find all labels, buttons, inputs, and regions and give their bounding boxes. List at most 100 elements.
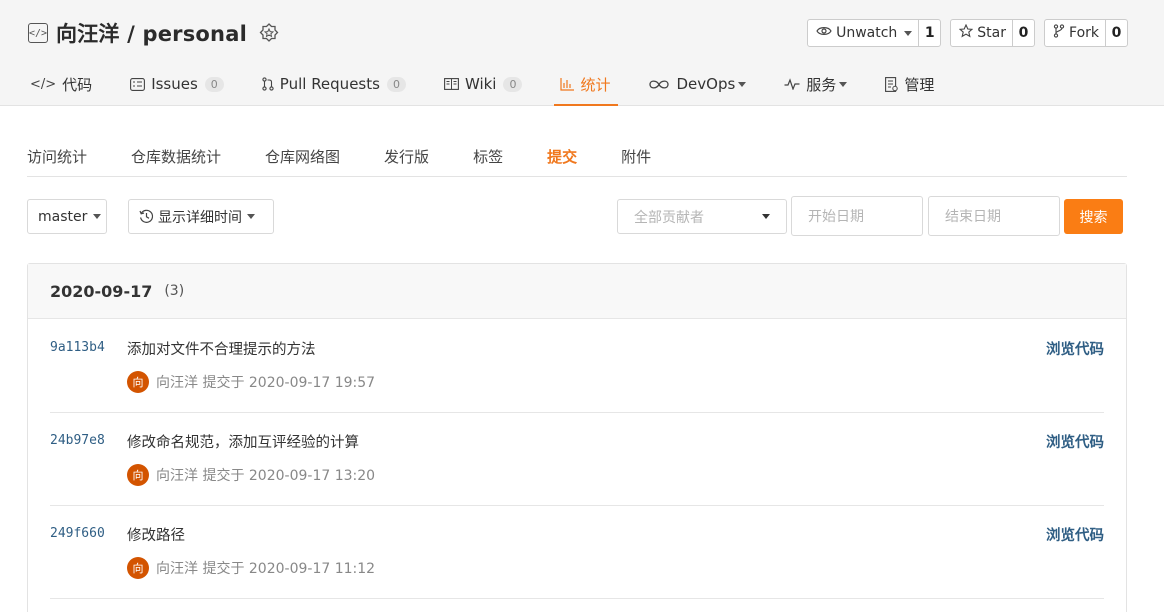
commit-row: 24b97e8 修改命名规范，添加互评经验的计算 浏览代码 向 向汪洋 提交于 … bbox=[50, 413, 1104, 506]
tab-devops[interactable]: DevOps bbox=[648, 64, 747, 104]
chevron-down-icon bbox=[247, 214, 255, 219]
fork-button[interactable]: Fork bbox=[1045, 20, 1106, 46]
commit-meta: 向 向汪洋 提交于 2020-09-17 19:57 bbox=[127, 371, 375, 393]
commit-message[interactable]: 添加对文件不合理提示的方法 bbox=[127, 338, 316, 359]
tab-wiki[interactable]: Wiki 0 bbox=[443, 64, 523, 104]
tab-code-label: 代码 bbox=[62, 75, 93, 94]
subnav-item-releases[interactable]: 发行版 bbox=[384, 137, 429, 175]
subnav-item-visits[interactable]: 访问统计 bbox=[27, 137, 87, 175]
wiki-count-badge: 0 bbox=[503, 76, 523, 92]
start-date-placeholder: 开始日期 bbox=[808, 209, 864, 225]
tab-wiki-label: Wiki bbox=[464, 75, 497, 93]
pulls-count-badge: 0 bbox=[386, 76, 406, 92]
star-button[interactable]: Star bbox=[951, 20, 1014, 46]
commit-sha-link[interactable]: 24b97e8 bbox=[50, 433, 105, 448]
end-date-placeholder: 结束日期 bbox=[945, 209, 1001, 225]
commit-meta: 向 向汪洋 提交于 2020-09-17 11:12 bbox=[127, 557, 375, 579]
issues-count-badge: 0 bbox=[204, 76, 224, 92]
code-icon: </> bbox=[30, 76, 57, 92]
watch-count[interactable]: 1 bbox=[919, 20, 940, 46]
repo-nav: </> 代码 Issues 0 Pull Requests 0 Wiki 0 统… bbox=[30, 64, 972, 106]
tab-issues[interactable]: Issues 0 bbox=[130, 64, 224, 104]
contributor-select[interactable]: 全部贡献者 bbox=[617, 199, 787, 234]
subnav-item-tags[interactable]: 标签 bbox=[473, 137, 503, 175]
subnav-item-commits[interactable]: 提交 bbox=[547, 137, 577, 175]
commit-sha-link[interactable]: 249f660 bbox=[50, 526, 105, 541]
time-mode-value: 显示详细时间 bbox=[158, 209, 242, 226]
chevron-down-icon bbox=[762, 214, 770, 219]
chevron-down-icon bbox=[93, 214, 102, 219]
stats-sub-nav: 访问统计 仓库数据统计 仓库网络图 发行版 标签 提交 附件 bbox=[27, 137, 1127, 177]
watch-button-group: Unwatch 1 bbox=[807, 19, 942, 47]
commit-group-header: 2020-09-17 (3) bbox=[28, 264, 1126, 319]
browse-code-link[interactable]: 浏览代码 bbox=[1046, 431, 1104, 452]
settings-doc-icon bbox=[885, 76, 899, 92]
avatar[interactable]: 向 bbox=[127, 557, 149, 579]
fork-button-group: Fork 0 bbox=[1044, 19, 1128, 47]
chevron-down-icon bbox=[839, 81, 848, 87]
infinity-icon bbox=[648, 79, 670, 90]
pull-request-icon bbox=[262, 77, 274, 91]
commit-author-time: 向汪洋 提交于 2020-09-17 11:12 bbox=[156, 561, 376, 577]
commit-row: 249f660 修改路径 浏览代码 向 向汪洋 提交于 2020-09-17 1… bbox=[50, 506, 1104, 599]
commit-row: 9a113b4 添加对文件不合理提示的方法 浏览代码 向 向汪洋 提交于 202… bbox=[50, 320, 1104, 413]
commit-sha-link[interactable]: 9a113b4 bbox=[50, 340, 105, 355]
commit-meta: 向 向汪洋 提交于 2020-09-17 13:20 bbox=[127, 464, 375, 486]
star-button-group: Star 0 bbox=[950, 19, 1036, 47]
tab-manage[interactable]: 管理 bbox=[885, 64, 934, 104]
star-icon bbox=[958, 23, 974, 42]
watch-label: Unwatch bbox=[836, 25, 898, 41]
branch-select-value: master bbox=[38, 208, 88, 225]
fork-label: Fork bbox=[1069, 25, 1099, 41]
avatar[interactable]: 向 bbox=[127, 371, 149, 393]
fork-count[interactable]: 0 bbox=[1106, 20, 1127, 46]
contributor-placeholder: 全部贡献者 bbox=[634, 209, 704, 226]
time-mode-select[interactable]: 显示详细时间 bbox=[128, 199, 274, 234]
tab-devops-label: DevOps bbox=[676, 75, 736, 93]
repo-header: </> 向汪洋 / personal Unwatch 1 Star 0 Fork… bbox=[0, 0, 1164, 106]
chevron-down-icon bbox=[904, 30, 913, 36]
subnav-item-network[interactable]: 仓库网络图 bbox=[265, 137, 340, 175]
avatar[interactable]: 向 bbox=[127, 464, 149, 486]
tab-pull-requests-label: Pull Requests bbox=[279, 75, 380, 93]
history-icon bbox=[139, 209, 154, 224]
tab-pull-requests[interactable]: Pull Requests 0 bbox=[262, 64, 406, 104]
book-icon bbox=[443, 78, 459, 90]
tab-stats-label: 统计 bbox=[580, 75, 611, 94]
commit-group-date: 2020-09-17 bbox=[50, 281, 153, 301]
commit-group-panel: 2020-09-17 (3) 9a113b4 添加对文件不合理提示的方法 浏览代… bbox=[27, 263, 1127, 612]
eye-icon bbox=[816, 25, 832, 41]
browse-code-link[interactable]: 浏览代码 bbox=[1046, 524, 1104, 545]
subnav-item-repo-data[interactable]: 仓库数据统计 bbox=[131, 137, 221, 175]
search-button[interactable]: 搜索 bbox=[1064, 199, 1123, 234]
repo-name[interactable]: 向汪洋 / personal bbox=[56, 18, 247, 48]
repo-title-bar: </> 向汪洋 / personal bbox=[28, 18, 279, 48]
award-badge-icon bbox=[259, 23, 279, 43]
star-count[interactable]: 0 bbox=[1013, 20, 1034, 46]
subnav-item-attachments[interactable]: 附件 bbox=[621, 137, 651, 175]
commit-author-time: 向汪洋 提交于 2020-09-17 13:20 bbox=[156, 468, 376, 484]
watch-button[interactable]: Unwatch bbox=[808, 20, 920, 46]
browse-code-link[interactable]: 浏览代码 bbox=[1046, 338, 1104, 359]
fork-icon bbox=[1053, 24, 1065, 42]
commit-author-time: 向汪洋 提交于 2020-09-17 19:57 bbox=[156, 375, 376, 391]
tab-code[interactable]: </> 代码 bbox=[30, 64, 92, 104]
pulse-icon bbox=[784, 78, 800, 90]
branch-select[interactable]: master bbox=[27, 199, 107, 234]
repo-actions: Unwatch 1 Star 0 Fork 0 bbox=[807, 19, 1128, 47]
bar-chart-icon bbox=[560, 77, 575, 91]
tab-issues-label: Issues bbox=[151, 75, 198, 93]
chevron-down-icon bbox=[738, 81, 747, 87]
star-label: Star bbox=[977, 25, 1007, 41]
issues-icon bbox=[130, 77, 146, 91]
commit-group-count: (3) bbox=[164, 283, 185, 299]
commit-message[interactable]: 修改路径 bbox=[127, 524, 185, 545]
tab-manage-label: 管理 bbox=[904, 75, 935, 94]
code-icon: </> bbox=[28, 23, 48, 43]
tab-services[interactable]: 服务 bbox=[784, 64, 848, 104]
start-date-input[interactable]: 开始日期 bbox=[791, 196, 923, 236]
tab-stats[interactable]: 统计 bbox=[554, 64, 619, 106]
commit-message[interactable]: 修改命名规范，添加互评经验的计算 bbox=[127, 431, 359, 452]
end-date-input[interactable]: 结束日期 bbox=[928, 196, 1060, 236]
tab-services-label: 服务 bbox=[806, 75, 837, 94]
